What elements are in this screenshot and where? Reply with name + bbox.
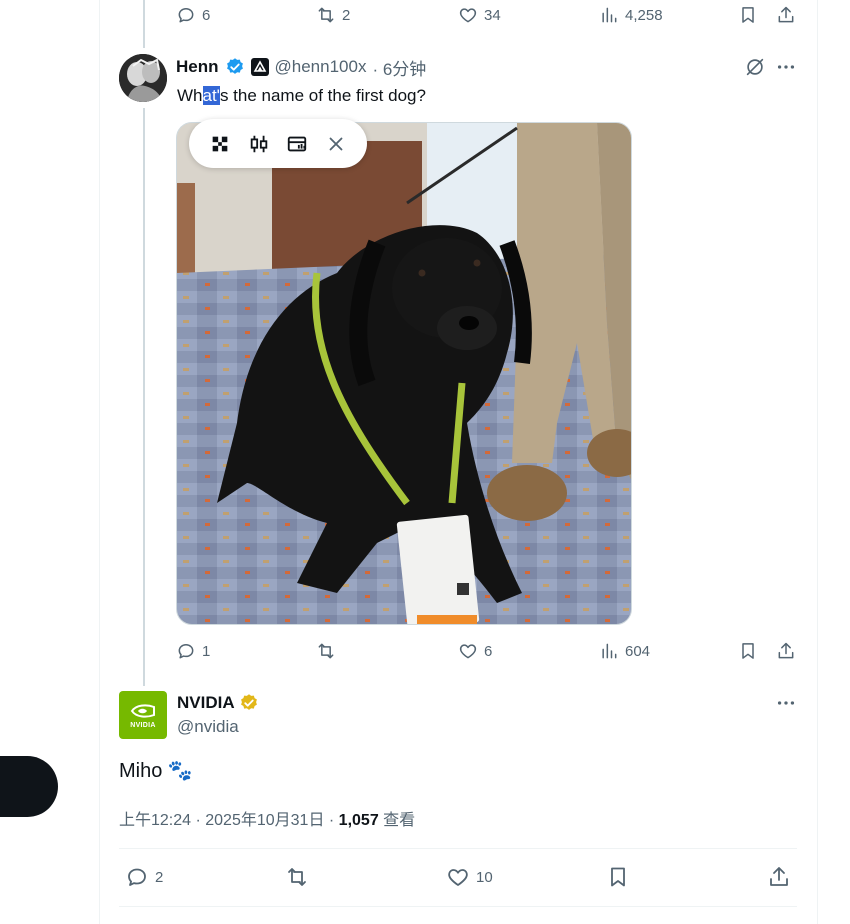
author-handle[interactable]: @nvidia bbox=[177, 717, 239, 737]
main-tweet-text: Miho 🐾 bbox=[119, 760, 193, 782]
text-part: Wh bbox=[177, 86, 203, 105]
reply-count: 6 bbox=[202, 6, 211, 24]
bookmark-button[interactable] bbox=[738, 636, 758, 666]
grok-button[interactable] bbox=[744, 56, 766, 78]
main-tweet-actions: 2 10 bbox=[119, 861, 797, 893]
share-icon bbox=[770, 867, 788, 886]
reply-count: 2 bbox=[155, 868, 164, 886]
reply-icon bbox=[178, 644, 194, 659]
reply-icon bbox=[128, 868, 146, 886]
dog-photo bbox=[177, 123, 631, 624]
image-scan-button[interactable] bbox=[278, 122, 317, 165]
previous-tweet-actions: 6 2 34 4,258 bbox=[176, 0, 798, 30]
bookmark-button[interactable] bbox=[738, 0, 758, 30]
nvidia-avatar[interactable]: NVIDIA bbox=[119, 691, 167, 739]
repost-button[interactable] bbox=[285, 861, 315, 893]
share-icon bbox=[778, 6, 794, 23]
reply-text: What's the name of the first dog? bbox=[177, 86, 426, 106]
views-count: 604 bbox=[625, 642, 651, 660]
like-count: 34 bbox=[484, 6, 501, 24]
reply-button[interactable]: 6 bbox=[176, 0, 210, 30]
bookmark-button[interactable] bbox=[606, 861, 630, 893]
media-toolbar bbox=[189, 119, 367, 168]
reply-button[interactable]: 2 bbox=[125, 861, 163, 893]
repost-button[interactable]: 2 bbox=[316, 0, 350, 30]
close-toolbar-button[interactable] bbox=[317, 122, 356, 165]
more-button[interactable] bbox=[775, 692, 797, 714]
tweet-media-photo[interactable] bbox=[176, 122, 632, 625]
share-icon bbox=[778, 642, 794, 659]
like-icon bbox=[448, 869, 468, 886]
more-icon bbox=[777, 701, 795, 705]
author-name[interactable]: NVIDIA bbox=[177, 693, 235, 713]
views-button[interactable]: 604 bbox=[599, 636, 650, 666]
verified-icon bbox=[226, 58, 243, 74]
more-icon bbox=[777, 65, 795, 69]
views-count: 4,258 bbox=[625, 6, 663, 24]
nvidia-logo-text: NVIDIA bbox=[130, 721, 156, 729]
chart-button[interactable] bbox=[240, 122, 279, 165]
views-button[interactable]: 4,258 bbox=[599, 0, 663, 30]
share-button[interactable] bbox=[767, 861, 791, 893]
tweet-timestamp-row: 上午12:24 · 2025年10月31日 · 1,057 查看 bbox=[119, 806, 415, 830]
more-button[interactable] bbox=[775, 56, 797, 78]
divider bbox=[119, 848, 797, 849]
avatar-image bbox=[119, 54, 167, 102]
grok-icon bbox=[746, 58, 764, 76]
repost-button[interactable] bbox=[316, 636, 342, 666]
repost-icon bbox=[288, 868, 306, 886]
like-count: 10 bbox=[476, 868, 493, 886]
view-label: 查看 bbox=[378, 812, 416, 829]
nvidia-eye-icon bbox=[130, 703, 155, 718]
floating-dark-button[interactable] bbox=[0, 756, 58, 817]
close-icon bbox=[329, 137, 343, 150]
image-scan-icon bbox=[288, 136, 307, 151]
post-time[interactable]: · 6分钟 bbox=[372, 55, 426, 80]
author-name[interactable]: Henn bbox=[176, 57, 219, 77]
reply-tweet-actions: 1 6 604 bbox=[176, 636, 798, 666]
like-button[interactable]: 34 bbox=[458, 0, 501, 30]
bookmark-icon bbox=[742, 7, 754, 23]
share-button[interactable] bbox=[776, 636, 796, 666]
thread-line-top bbox=[143, 0, 145, 48]
main-header: NVIDIA bbox=[177, 692, 259, 714]
gold-verified-icon bbox=[240, 694, 257, 710]
like-icon bbox=[459, 644, 477, 659]
like-button[interactable]: 10 bbox=[446, 861, 493, 893]
affiliate-badge-icon bbox=[250, 58, 269, 76]
qr-icon bbox=[212, 136, 228, 151]
reply-header: Henn @henn100x · 6分钟 bbox=[176, 55, 426, 80]
timestamp[interactable]: 上午12:24 · 2025年10月31日 · bbox=[119, 812, 339, 829]
repost-icon bbox=[318, 7, 334, 23]
qr-button[interactable] bbox=[201, 122, 240, 165]
bookmark-icon bbox=[742, 643, 754, 659]
share-button[interactable] bbox=[776, 0, 796, 30]
view-count: 1,057 bbox=[338, 812, 379, 829]
like-button[interactable]: 6 bbox=[458, 636, 492, 666]
thread-line-reply bbox=[143, 108, 145, 686]
selected-text: at' bbox=[202, 86, 220, 105]
views-icon bbox=[602, 643, 617, 659]
repost-count: 2 bbox=[342, 6, 351, 24]
like-icon bbox=[459, 8, 477, 23]
divider bbox=[119, 906, 797, 907]
repost-icon bbox=[318, 643, 334, 659]
candlestick-icon bbox=[250, 135, 267, 152]
reply-count: 1 bbox=[202, 642, 211, 660]
like-count: 6 bbox=[484, 642, 493, 660]
reply-icon bbox=[178, 8, 194, 23]
author-handle[interactable]: @henn100x bbox=[275, 57, 367, 77]
henn-avatar[interactable] bbox=[119, 54, 167, 102]
text-part: s the name of the first dog? bbox=[219, 86, 426, 105]
views-icon bbox=[602, 7, 617, 23]
reply-button[interactable]: 1 bbox=[176, 636, 210, 666]
bookmark-icon bbox=[611, 867, 625, 887]
